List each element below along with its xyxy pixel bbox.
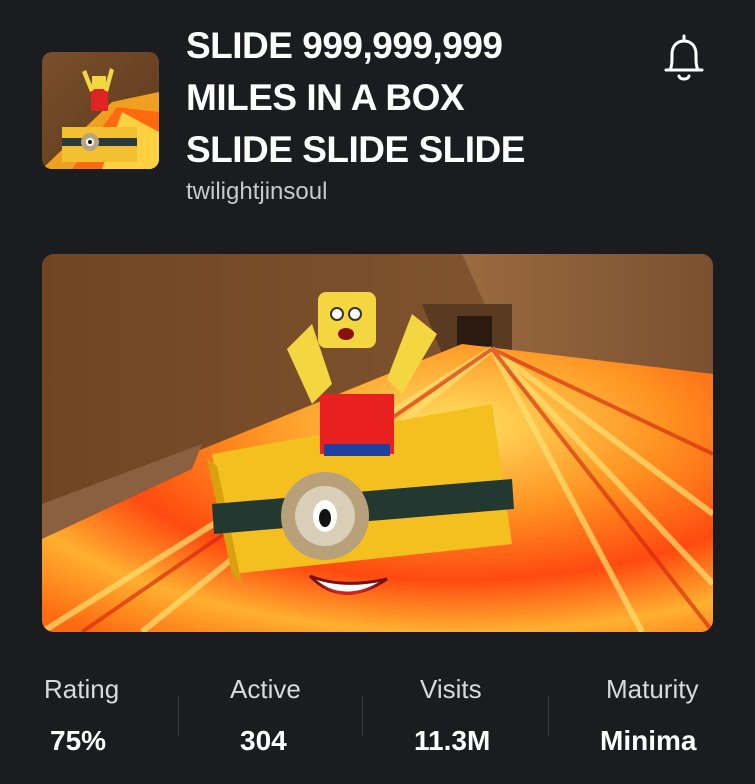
game-icon-thumbnail[interactable]: [42, 52, 159, 169]
notify-button[interactable]: [656, 28, 712, 88]
stat-active-label: Active: [230, 674, 301, 704]
game-stats: Rating 75% Active 304 Visits 11.3M Matur…: [0, 660, 755, 784]
stat-active: Active 304: [230, 674, 410, 757]
stat-maturity-label: Maturity: [606, 674, 699, 704]
stat-visits-value: 11.3M: [414, 725, 491, 756]
game-icon-image: [42, 52, 159, 169]
game-title-line-2: MILES IN A BOX: [186, 77, 465, 118]
stat-visits-label: Visits: [420, 674, 482, 704]
game-header: SLIDE 999,999,999 MILES IN A BOX SLIDE S…: [0, 0, 755, 240]
creator-link[interactable]: twilightjinsoul: [186, 178, 327, 206]
stat-active-value: 304: [240, 725, 287, 756]
stat-rating: Rating 75%: [44, 674, 224, 757]
stat-maturity-value: Minima: [600, 725, 697, 756]
stat-divider: [362, 696, 363, 736]
stat-maturity: Maturity Minima: [600, 674, 755, 757]
stat-divider: [548, 696, 549, 736]
stat-rating-value: 75%: [50, 725, 107, 756]
game-screenshot[interactable]: [42, 254, 713, 632]
game-title-line-3: SLIDE SLIDE SLIDE: [186, 129, 525, 170]
bell-icon: [664, 34, 704, 81]
game-title: SLIDE 999,999,999 MILES IN A BOX SLIDE S…: [186, 20, 626, 176]
stat-visits: Visits 11.3M: [414, 674, 600, 757]
game-screenshot-image: [42, 254, 713, 632]
stat-divider: [178, 696, 179, 736]
game-title-line-1: SLIDE 999,999,999: [186, 25, 503, 66]
stat-rating-label: Rating: [44, 674, 120, 704]
